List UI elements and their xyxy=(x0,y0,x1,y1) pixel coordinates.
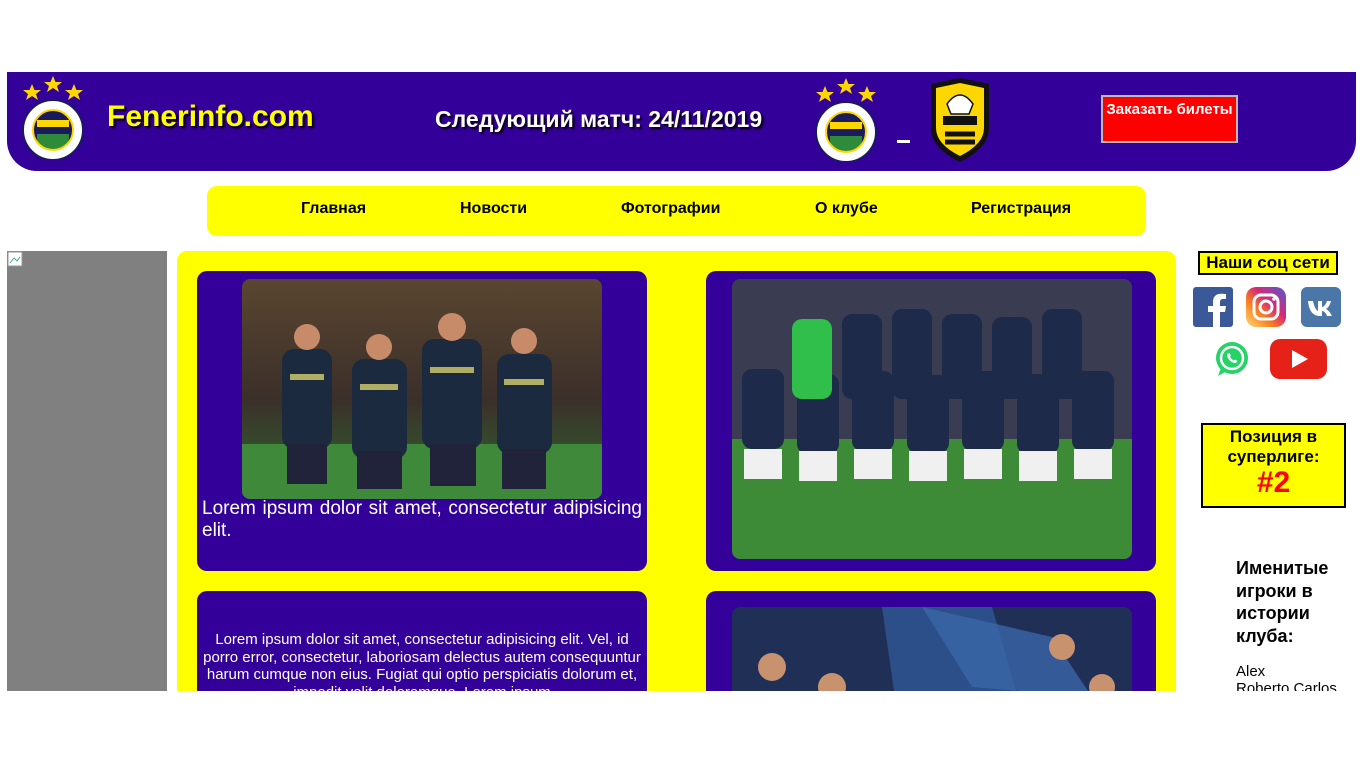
next-match-text: Следующий матч: 24/11/2019 xyxy=(435,106,763,132)
players-celebration-photo xyxy=(242,279,602,499)
team-photo-card[interactable] xyxy=(706,271,1156,571)
page-bottom xyxy=(0,691,1366,768)
instagram-icon[interactable] xyxy=(1246,287,1286,327)
malatya-crest-icon xyxy=(925,76,995,164)
text-card[interactable]: Lorem ipsum dolor sit amet, consectetur … xyxy=(197,591,647,691)
league-position-label: Позиция в суперлиге: xyxy=(1227,427,1320,466)
fenerbahce-crest-icon xyxy=(813,76,879,162)
famous-players-title: Именитые игроки в истории клуба: xyxy=(1236,558,1329,646)
nav-item-registration[interactable]: Регистрация xyxy=(971,200,1071,218)
site-title[interactable]: Fenerinfo.com xyxy=(107,100,314,134)
card-text: Lorem ipsum dolor sit amet, consectetur … xyxy=(203,631,641,691)
left-banner xyxy=(7,251,167,691)
fans-photo xyxy=(732,607,1132,691)
youtube-icon[interactable] xyxy=(1270,339,1327,379)
match-separator xyxy=(897,140,910,143)
fenerbahce-crest-icon[interactable] xyxy=(20,74,86,160)
main-nav: Главная Новости Фотографии О клубе Регис… xyxy=(207,186,1146,236)
whatsapp-icon[interactable] xyxy=(1213,340,1251,378)
nav-item-photos[interactable]: Фотографии xyxy=(621,200,720,218)
site-header: Fenerinfo.com Следующий матч: 24/11/2019 xyxy=(7,72,1356,171)
vk-icon[interactable] xyxy=(1301,287,1341,327)
broken-image-icon xyxy=(7,251,23,267)
league-position-box: Позиция в суперлиге: #2 xyxy=(1201,423,1346,508)
facebook-icon[interactable] xyxy=(1193,287,1233,327)
news-card[interactable]: Lorem ipsum dolor sit amet, consectetur … xyxy=(197,271,647,571)
list-item: Alex xyxy=(1236,663,1266,680)
card-text: Lorem ipsum dolor sit amet, consectetur … xyxy=(202,498,642,541)
nav-item-home[interactable]: Главная xyxy=(301,200,366,218)
fans-photo-card[interactable] xyxy=(706,591,1156,691)
nav-item-about[interactable]: О клубе xyxy=(815,200,878,218)
social-title: Наши соц сети xyxy=(1198,251,1338,275)
league-position-value: #2 xyxy=(1256,466,1291,499)
page: Fenerinfo.com Следующий матч: 24/11/2019 xyxy=(0,0,1366,768)
nav-item-news[interactable]: Новости xyxy=(460,200,527,218)
main-content: Lorem ipsum dolor sit amet, consectetur … xyxy=(177,251,1176,691)
order-tickets-button[interactable]: Заказать билеты xyxy=(1101,95,1238,143)
team-photo xyxy=(732,279,1132,559)
